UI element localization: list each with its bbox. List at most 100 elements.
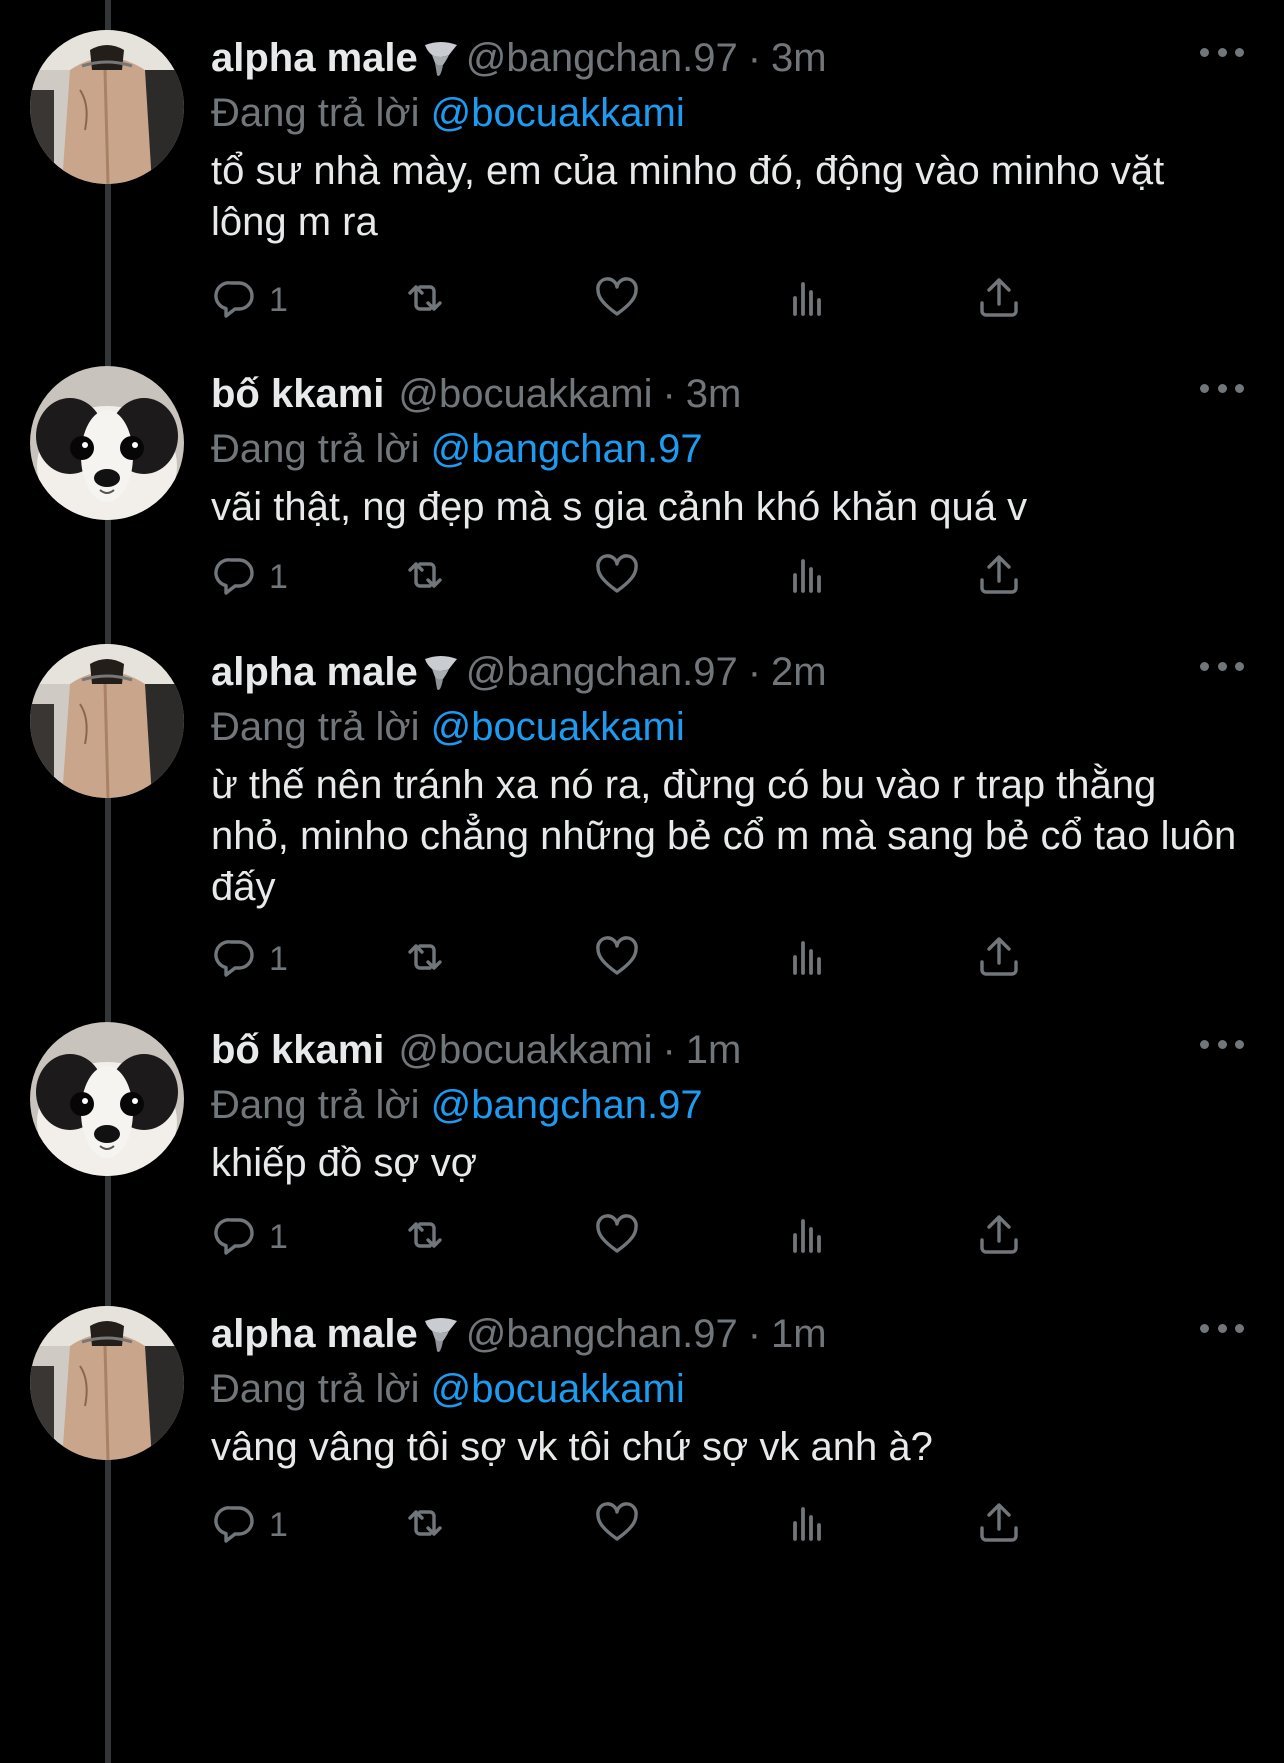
heart-icon — [593, 1499, 641, 1552]
retweet-button[interactable] — [401, 1212, 449, 1262]
author-handle[interactable]: @bangchan.97 — [466, 1306, 738, 1362]
share-button[interactable] — [975, 275, 1023, 325]
like-button[interactable] — [593, 552, 641, 602]
mention-link[interactable]: @bocuakkami — [431, 1367, 685, 1411]
separator-dot: · — [747, 36, 762, 80]
author-name[interactable]: bố kkami — [211, 1022, 384, 1078]
views-button[interactable] — [784, 275, 832, 325]
mention-link[interactable]: @bangchan.97 — [431, 1083, 703, 1127]
tweet-header: alpha male @bangchan.97 · 3m — [211, 30, 1244, 86]
more-icon[interactable] — [1200, 1312, 1244, 1344]
retweet-button[interactable] — [401, 934, 449, 984]
more-icon[interactable] — [1200, 372, 1244, 404]
mention-link[interactable]: @bocuakkami — [431, 705, 685, 749]
views-button[interactable] — [784, 1500, 832, 1550]
heart-icon — [593, 933, 641, 986]
like-button[interactable] — [593, 1212, 641, 1262]
views-button[interactable] — [784, 934, 832, 984]
replying-to: Đang trả lời @bangchan.97 — [211, 1078, 1244, 1132]
action-bar: 1 — [211, 1500, 1131, 1550]
reply-icon — [211, 933, 259, 986]
reply-icon — [211, 1211, 259, 1264]
tweet-text: tổ sư nhà mày, em của minho đó, động vào… — [211, 149, 1165, 244]
heart-icon — [593, 274, 641, 327]
more-icon[interactable] — [1200, 36, 1244, 68]
author-name[interactable]: alpha male — [211, 30, 418, 86]
reply-button[interactable]: 1 — [211, 1500, 288, 1550]
tweet-header: bố kkami @bocuakkami · 3m — [211, 366, 1244, 422]
like-button[interactable] — [593, 1500, 641, 1550]
retweet-icon — [401, 933, 449, 986]
reply-count: 1 — [269, 280, 288, 319]
like-button[interactable] — [593, 934, 641, 984]
replying-to: Đang trả lời @bangchan.97 — [211, 422, 1244, 476]
reply-button[interactable]: 1 — [211, 552, 288, 602]
tornado-emoji-icon — [422, 1314, 460, 1354]
retweet-button[interactable] — [401, 552, 449, 602]
reply-icon — [211, 1499, 259, 1552]
replying-to-label: Đang trả lời — [211, 705, 420, 749]
share-icon — [975, 933, 1023, 986]
author-name[interactable]: alpha male — [211, 1306, 418, 1362]
retweet-button[interactable] — [401, 1500, 449, 1550]
action-bar: 1 — [211, 275, 1131, 325]
timestamp[interactable]: 3m — [686, 366, 742, 422]
replying-to-label: Đang trả lời — [211, 1367, 420, 1411]
tweet-header: alpha male @bangchan.97 · 1m — [211, 1306, 1244, 1362]
author-handle[interactable]: @bocuakkami — [398, 366, 652, 422]
replying-to-label: Đang trả lời — [211, 91, 420, 135]
replying-to-label: Đang trả lời — [211, 1083, 420, 1127]
timestamp[interactable]: 1m — [771, 1306, 827, 1362]
tornado-emoji-icon — [422, 38, 460, 78]
avatar[interactable] — [30, 644, 184, 798]
heart-icon — [593, 1211, 641, 1264]
author-handle[interactable]: @bangchan.97 — [466, 644, 738, 700]
more-icon[interactable] — [1200, 1028, 1244, 1060]
avatar[interactable] — [30, 1022, 184, 1176]
reply-button[interactable]: 1 — [211, 934, 288, 984]
share-icon — [975, 1499, 1023, 1552]
reply-count: 1 — [269, 1217, 288, 1256]
author-name[interactable]: alpha male — [211, 644, 418, 700]
timestamp[interactable]: 1m — [686, 1022, 742, 1078]
retweet-icon — [401, 1499, 449, 1552]
reply-count: 1 — [269, 557, 288, 596]
mention-link[interactable]: @bangchan.97 — [431, 427, 703, 471]
action-bar: 1 — [211, 1212, 1131, 1262]
retweet-icon — [401, 1211, 449, 1264]
author-handle[interactable]: @bangchan.97 — [466, 30, 738, 86]
views-icon — [784, 1211, 832, 1264]
views-icon — [784, 274, 832, 327]
author-name[interactable]: bố kkami — [211, 366, 384, 422]
replying-to: Đang trả lời @bocuakkami — [211, 700, 1244, 754]
share-button[interactable] — [975, 1212, 1023, 1262]
timestamp[interactable]: 3m — [771, 30, 827, 86]
share-icon — [975, 551, 1023, 604]
avatar[interactable] — [30, 30, 184, 184]
reply-button[interactable]: 1 — [211, 275, 288, 325]
replying-to-label: Đang trả lời — [211, 427, 420, 471]
share-button[interactable] — [975, 934, 1023, 984]
heart-icon — [593, 551, 641, 604]
reply-icon — [211, 551, 259, 604]
share-button[interactable] — [975, 1500, 1023, 1550]
retweet-button[interactable] — [401, 275, 449, 325]
tweet-text: vâng vâng tôi sợ vk tôi chứ sợ vk anh à? — [211, 1425, 933, 1469]
tweet-text: khiếp đồ sợ vợ — [211, 1141, 477, 1185]
retweet-icon — [401, 551, 449, 604]
more-icon[interactable] — [1200, 650, 1244, 682]
timestamp[interactable]: 2m — [771, 644, 827, 700]
avatar[interactable] — [30, 366, 184, 520]
action-bar: 1 — [211, 934, 1131, 984]
reply-count: 1 — [269, 1505, 288, 1544]
mention-link[interactable]: @bocuakkami — [431, 91, 685, 135]
avatar[interactable] — [30, 1306, 184, 1460]
like-button[interactable] — [593, 275, 641, 325]
share-button[interactable] — [975, 552, 1023, 602]
views-button[interactable] — [784, 1212, 832, 1262]
views-button[interactable] — [784, 552, 832, 602]
reply-button[interactable]: 1 — [211, 1212, 288, 1262]
author-handle[interactable]: @bocuakkami — [398, 1022, 652, 1078]
tweet-header: alpha male @bangchan.97 · 2m — [211, 644, 1244, 700]
views-icon — [784, 551, 832, 604]
